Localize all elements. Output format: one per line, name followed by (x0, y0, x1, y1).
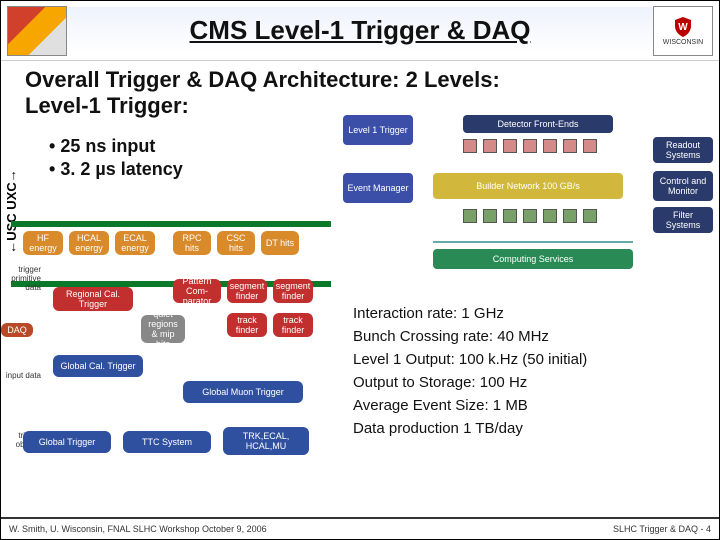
bullet-1: 25 ns input (49, 135, 183, 158)
fact-1: Interaction rate: 1 GHz (353, 305, 713, 322)
fl-sq6 (563, 209, 577, 223)
segfinder2-box: segment finder (273, 279, 313, 303)
slide-body: Overall Trigger & DAQ Architecture: 2 Le… (1, 61, 719, 511)
ttc-box: TTC System (123, 431, 211, 453)
builder-block: Builder Network 100 GB/s (433, 173, 623, 199)
fe-sq5 (543, 139, 557, 153)
readout-block: Readout Systems (653, 137, 713, 163)
shield-icon: W (669, 15, 697, 39)
csc-box: CSC hits (217, 231, 255, 255)
trackfinder2-box: track finder (273, 313, 313, 337)
filter-block: Filter Systems (653, 207, 713, 233)
side-label-3: input data (3, 371, 41, 380)
fl-sq3 (503, 209, 517, 223)
wisconsin-logo: W WISCONSIN (653, 6, 713, 56)
pattern-box: Pattern Com- parator (173, 279, 221, 303)
slide-header: CMS Level-1 Trigger & DAQ W WISCONSIN (1, 1, 719, 61)
slide-footer: W. Smith, U. Wisconsin, FNAL SLHC Worksh… (1, 517, 719, 539)
fact-2: Bunch Crossing rate: 40 MHz (353, 328, 713, 345)
side-label-1: trigger primitive data (3, 265, 41, 292)
computing-block: Computing Services (433, 249, 633, 269)
frontends-block: Detector Front-Ends (463, 115, 613, 133)
fact-6: Data production 1 TB/day (353, 420, 713, 437)
fe-sq7 (583, 139, 597, 153)
fl-sq5 (543, 209, 557, 223)
fl-sq2 (483, 209, 497, 223)
quiet-box: quiet regions & mip bits (141, 315, 185, 343)
slide-title: CMS Level-1 Trigger & DAQ (67, 7, 653, 54)
headline-line1: Overall Trigger & DAQ Architecture: 2 Le… (25, 67, 709, 93)
bullet-list: 25 ns input 3. 2 µs latency (49, 135, 183, 182)
footer-left: W. Smith, U. Wisconsin, FNAL SLHC Worksh… (9, 524, 267, 534)
fe-sq3 (503, 139, 517, 153)
fl-sq4 (523, 209, 537, 223)
fe-sq6 (563, 139, 577, 153)
cms-logo (7, 6, 67, 56)
fe-sq1 (463, 139, 477, 153)
bullet-2: 3. 2 µs latency (49, 158, 183, 181)
fact-5: Average Event Size: 1 MB (353, 397, 713, 414)
segfinder1-box: segment finder (227, 279, 267, 303)
fe-sq2 (483, 139, 497, 153)
fl-sq7 (583, 209, 597, 223)
trigger-flow-diagram: trigger primitive data DAQ input data tr… (23, 231, 323, 491)
trackfinder1-box: track finder (227, 313, 267, 337)
fe-sq4 (523, 139, 537, 153)
global-muon-box: Global Muon Trigger (183, 381, 303, 403)
fl-sq1 (463, 209, 477, 223)
global-trigger-box: Global Trigger (23, 431, 111, 453)
ecal-box: ECAL energy (115, 231, 155, 255)
svg-text:W: W (678, 22, 688, 33)
fact-3: Level 1 Output: 100 k.Hz (50 initial) (353, 351, 713, 368)
daq-label: DAQ (1, 323, 33, 337)
global-cal-box: Global Cal. Trigger (53, 355, 143, 377)
regional-cal-box: Regional Cal. Trigger (53, 287, 133, 311)
headline: Overall Trigger & DAQ Architecture: 2 Le… (1, 61, 719, 119)
fact-4: Output to Storage: 100 Hz (353, 374, 713, 391)
rpc-box: RPC hits (173, 231, 211, 255)
control-block: Control and Monitor (653, 171, 713, 201)
l1-trigger-block: Level 1 Trigger (343, 115, 413, 145)
hcal-box: HCAL energy (69, 231, 109, 255)
evtmgr-block: Event Manager (343, 173, 413, 203)
trk-ecal-box: TRK,ECAL, HCAL,MU (223, 427, 309, 455)
facts-list: Interaction rate: 1 GHz Bunch Crossing r… (353, 299, 713, 443)
logo-text: WISCONSIN (663, 39, 703, 46)
dt-box: DT hits (261, 231, 299, 255)
footer-right: SLHC Trigger & DAQ - 4 (613, 524, 711, 534)
daq-architecture-diagram: Level 1 Trigger Detector Front-Ends Read… (343, 115, 713, 295)
hf-box: HF energy (23, 231, 63, 255)
